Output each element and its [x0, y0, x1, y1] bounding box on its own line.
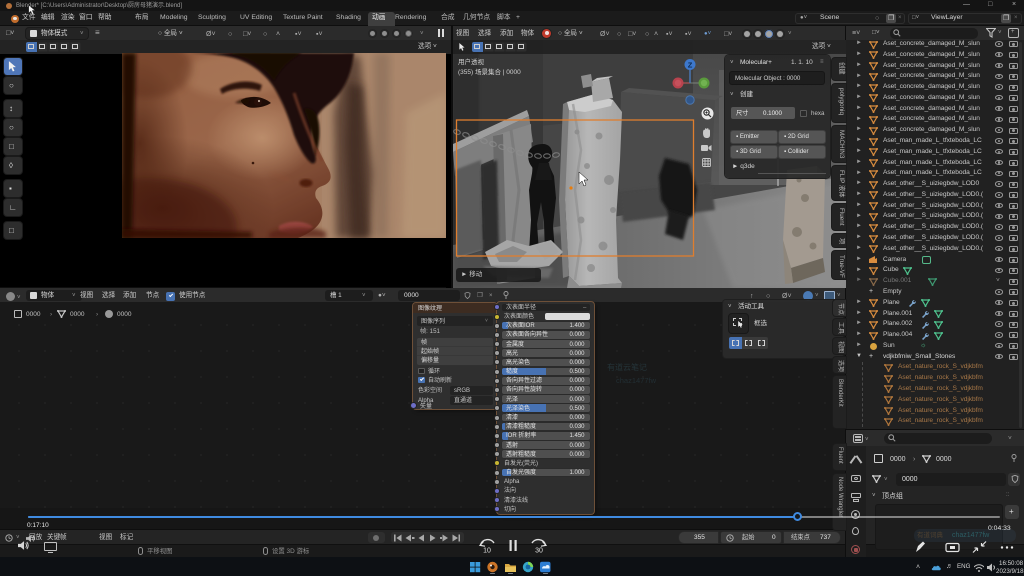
- svg-text:Z: Z: [688, 60, 693, 69]
- svg-text:30: 30: [535, 548, 543, 555]
- svg-text:10: 10: [483, 548, 491, 555]
